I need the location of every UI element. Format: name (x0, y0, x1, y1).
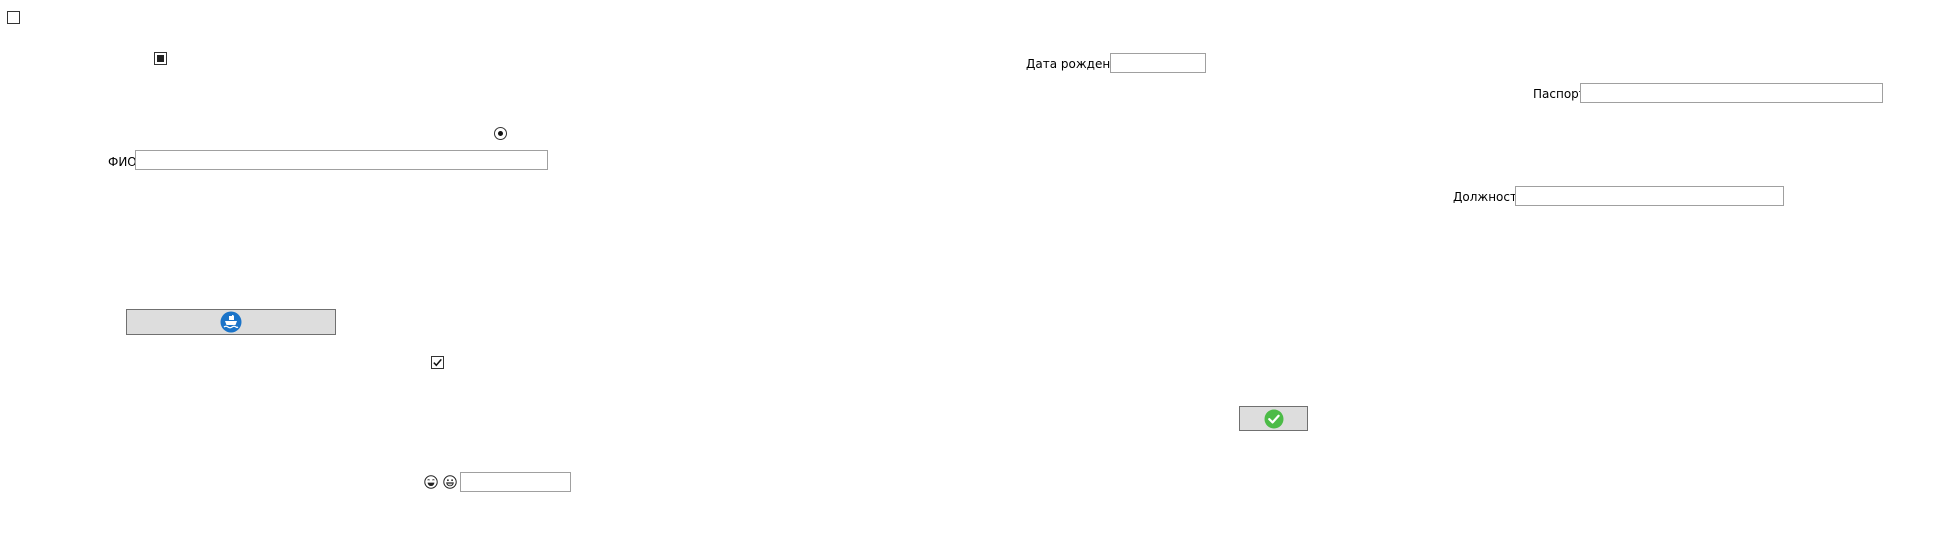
position-input[interactable] (1515, 186, 1784, 206)
small-input[interactable] (460, 472, 571, 492)
ship-image-button[interactable] (126, 309, 336, 335)
passport-label: Паспорт (1533, 87, 1586, 101)
checkmark-circle-icon (1264, 409, 1283, 428)
checkmark-icon (433, 358, 442, 367)
birth-date-input[interactable] (1110, 53, 1206, 73)
form-window: { "form": { "labels": { "fio": "ФИО", "b… (0, 0, 1958, 537)
confirm-button[interactable] (1239, 406, 1308, 431)
radio-button[interactable] (494, 127, 507, 140)
fio-label: ФИО (108, 155, 137, 169)
position-label: Должность (1453, 190, 1525, 204)
laughing-face-icon (424, 475, 438, 489)
lower-checkbox[interactable] (431, 356, 444, 369)
grinning-face-icon (443, 475, 457, 489)
fio-input[interactable] (135, 150, 548, 170)
ship-icon (220, 311, 242, 333)
passport-input[interactable] (1580, 83, 1883, 103)
indeterminate-checkbox[interactable] (154, 52, 167, 65)
top-checkbox[interactable] (7, 11, 20, 24)
